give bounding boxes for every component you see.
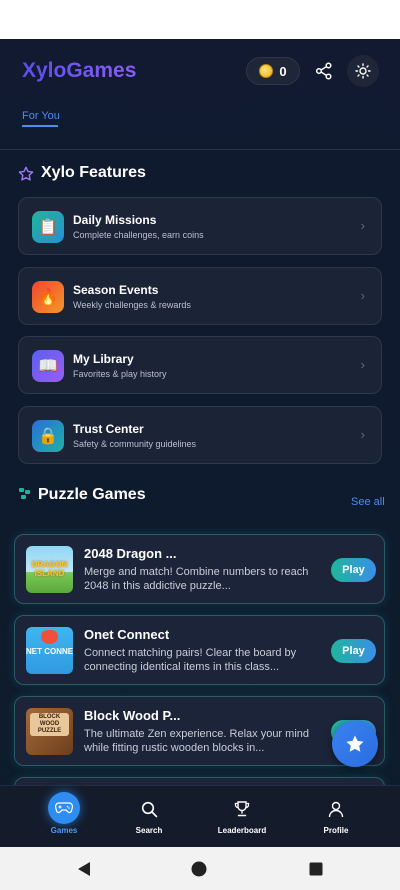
coin-count: 0 bbox=[279, 63, 287, 79]
coin-icon bbox=[259, 64, 274, 78]
play-button[interactable]: Play bbox=[331, 558, 376, 582]
lock-icon: 🔒 bbox=[32, 420, 64, 452]
share-icon bbox=[315, 62, 332, 80]
home-circle-icon[interactable] bbox=[191, 861, 207, 877]
trophy-icon bbox=[227, 794, 257, 824]
nav-leaderboard[interactable]: Leaderboard bbox=[202, 786, 282, 847]
user-icon bbox=[321, 794, 351, 824]
game-title: Onet Connect bbox=[84, 627, 170, 642]
game-description: Merge and match! Combine numbers to reac… bbox=[84, 566, 309, 592]
star-outline-icon bbox=[18, 166, 34, 181]
gamepad-icon bbox=[48, 792, 80, 824]
back-triangle-icon[interactable] bbox=[77, 861, 91, 877]
feature-trust-center[interactable]: 🔒 Trust Center Safety & community guidel… bbox=[18, 406, 382, 464]
chevron-right-icon: › bbox=[360, 427, 365, 442]
feature-subtitle: Weekly challenges & rewards bbox=[73, 300, 191, 310]
game-thumbnail: NET CONNE bbox=[26, 627, 73, 674]
game-card-block-wood[interactable]: BLOCK WOOD PUZZLE Block Wood P... The ul… bbox=[14, 696, 385, 766]
game-card-2048-dragon[interactable]: DRAGON ISLAND 2048 Dragon ... Merge and … bbox=[14, 534, 385, 604]
play-button[interactable]: Play bbox=[331, 639, 376, 663]
favorites-fab-button[interactable] bbox=[332, 721, 378, 767]
status-bar bbox=[0, 0, 400, 39]
chevron-right-icon: › bbox=[360, 288, 365, 303]
tab-for-you[interactable]: For You bbox=[22, 110, 60, 122]
feature-my-library[interactable]: 📖 My Library Favorites & play history › bbox=[18, 336, 382, 394]
feature-title: Daily Missions bbox=[73, 213, 157, 227]
feature-subtitle: Favorites & play history bbox=[73, 369, 167, 379]
game-title: Block Wood P... bbox=[84, 708, 181, 723]
app-screen: XyloGames 0 For You Xylo Features 📋 Dail… bbox=[0, 39, 400, 847]
star-icon bbox=[346, 735, 364, 752]
search-icon bbox=[134, 794, 164, 824]
nav-label: Leaderboard bbox=[217, 826, 267, 835]
game-description: The ultimate Zen experience. Relax your … bbox=[84, 728, 309, 754]
nav-profile[interactable]: Profile bbox=[296, 786, 376, 847]
chevron-right-icon: › bbox=[360, 357, 365, 372]
feature-daily-missions[interactable]: 📋 Daily Missions Complete challenges, ea… bbox=[18, 197, 382, 255]
bottom-nav: Games Search Leaderboard Profile bbox=[0, 785, 400, 847]
tab-indicator bbox=[22, 125, 58, 127]
fire-icon: 🔥 bbox=[32, 281, 64, 313]
coin-balance[interactable]: 0 bbox=[246, 57, 300, 85]
thumbnail-strawberry-icon bbox=[41, 630, 58, 644]
nav-games[interactable]: Games bbox=[24, 786, 104, 847]
thumbnail-text: DRAGON ISLAND bbox=[31, 560, 68, 578]
app-logo[interactable]: XyloGames bbox=[22, 59, 136, 83]
system-nav-bar bbox=[0, 847, 400, 890]
thumbnail-text: BLOCK WOOD PUZZLE bbox=[30, 713, 69, 736]
feature-season-events[interactable]: 🔥 Season Events Weekly challenges & rewa… bbox=[18, 267, 382, 325]
game-thumbnail: DRAGON ISLAND bbox=[26, 546, 73, 593]
nav-search[interactable]: Search bbox=[109, 786, 189, 847]
feature-title: My Library bbox=[73, 352, 134, 366]
book-icon: 📖 bbox=[32, 350, 64, 382]
game-description: Connect matching pairs! Clear the board … bbox=[84, 647, 297, 673]
puzzle-section-title: Puzzle Games bbox=[38, 486, 146, 503]
chevron-right-icon: › bbox=[360, 218, 365, 233]
clipboard-icon: 📋 bbox=[32, 211, 64, 243]
feature-title: Season Events bbox=[73, 283, 159, 297]
sun-icon bbox=[355, 63, 371, 79]
feature-subtitle: Safety & community guidelines bbox=[73, 439, 197, 449]
game-card-onet-connect[interactable]: NET CONNE Onet Connect Connect matching … bbox=[14, 615, 385, 685]
feature-title: Trust Center bbox=[73, 422, 144, 436]
theme-toggle-button[interactable] bbox=[347, 55, 379, 87]
share-button[interactable] bbox=[309, 56, 339, 86]
nav-label: Profile bbox=[323, 826, 349, 835]
recents-square-icon[interactable] bbox=[309, 862, 323, 876]
game-thumbnail: BLOCK WOOD PUZZLE bbox=[26, 708, 73, 755]
game-title: 2048 Dragon ... bbox=[84, 546, 177, 561]
thumbnail-text: NET CONNE bbox=[26, 647, 73, 656]
nav-label: Search bbox=[135, 826, 163, 835]
nav-label: Games bbox=[50, 826, 78, 835]
feature-subtitle: Complete challenges, earn coins bbox=[73, 230, 204, 240]
header: XyloGames 0 For You bbox=[0, 39, 400, 149]
features-section-title: Xylo Features bbox=[41, 164, 146, 181]
puzzle-icon bbox=[19, 488, 30, 499]
see-all-link[interactable]: See all bbox=[351, 496, 385, 508]
divider bbox=[0, 149, 400, 150]
